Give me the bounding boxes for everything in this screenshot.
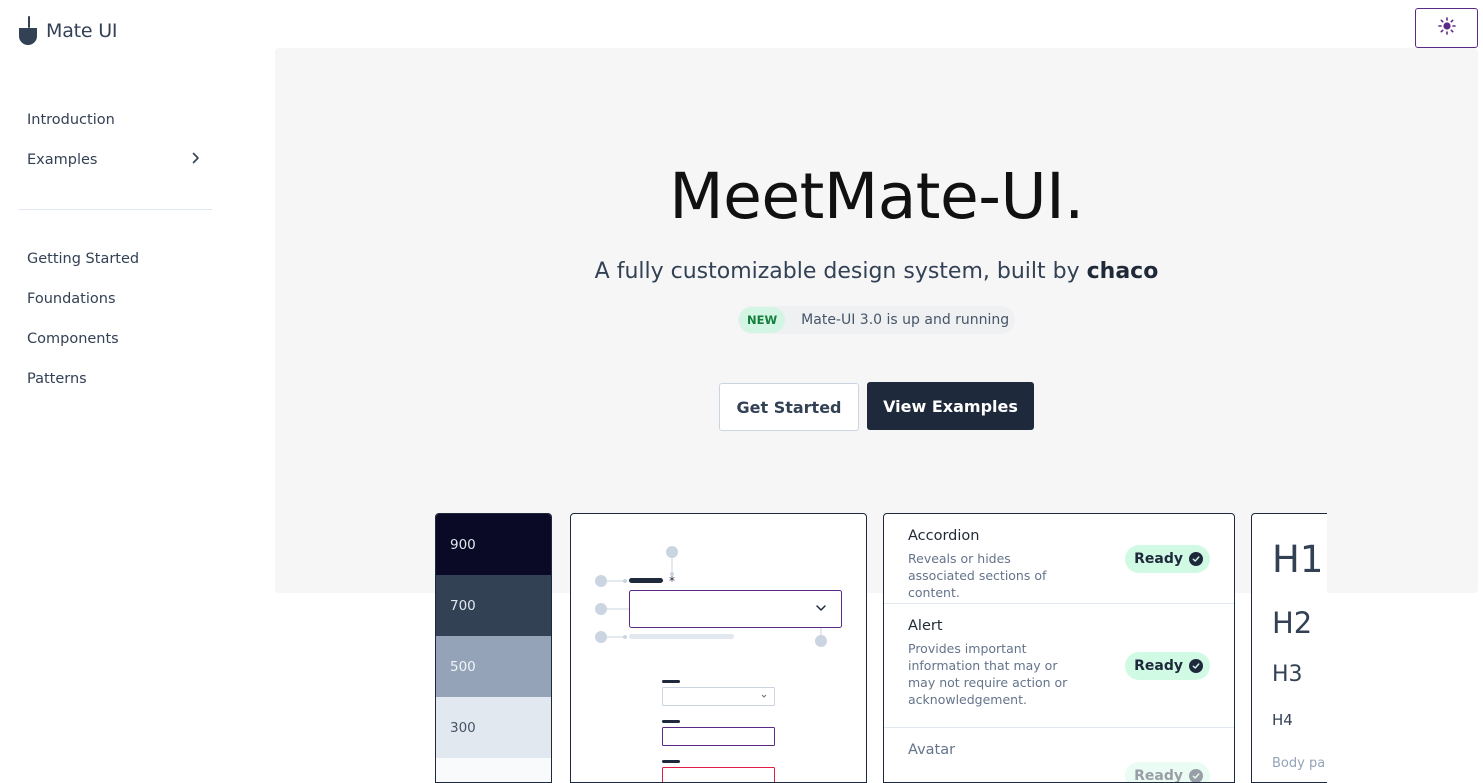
component-info: Avatar [908,742,1078,764]
announcement-pill[interactable]: NEW Mate-UI 3.0 is up and running [738,306,1015,334]
sidebar-item-label: Patterns [27,371,87,387]
component-status-card: Accordion Reveals or hides associated se… [883,513,1235,783]
swatch-700: 700 [436,575,551,636]
sidebar-item-examples[interactable]: Examples [18,140,212,180]
hero-subtitle: A fully customizable design system, buil… [275,259,1478,284]
swatch-label: 700 [450,598,476,614]
sidebar-item-label: Introduction [27,112,115,128]
form-anatomy-diagram: * [571,514,867,783]
type-h3: H3 [1272,662,1303,687]
component-description: Reveals or hides associated sections of … [908,550,1078,601]
type-h1: H1 [1272,538,1323,581]
sidebar-item-label: Examples [27,152,97,168]
sun-icon [1438,17,1456,39]
swatch-300: 300 [436,697,551,758]
svg-text:*: * [669,574,675,588]
swatch-100 [436,758,551,783]
sidebar-divider [19,209,212,210]
component-row-alert[interactable]: Alert Provides important information tha… [884,604,1234,728]
sidebar-item-getting-started[interactable]: Getting Started [18,239,212,279]
sidebar-nav: Introduction Examples Getting Started Fo… [18,100,212,399]
type-h2: H2 [1272,606,1312,640]
status-badge: Ready [1125,652,1210,680]
component-description: Provides important information that may … [908,640,1078,708]
component-name: Alert [908,618,1078,634]
type-body: Body pa [1272,756,1325,771]
color-swatches-card: 900 700 500 300 [435,513,552,783]
component-name: Avatar [908,742,1078,758]
brand-name: Mate UI [46,20,117,42]
status-label: Ready [1134,551,1183,567]
component-name: Accordion [908,528,1078,544]
new-badge: NEW [739,307,785,333]
status-badge: Ready [1125,762,1210,783]
typography-card: H1 H2 H3 H4 Body pa [1251,513,1327,783]
swatch-label: 300 [450,720,476,736]
check-circle-icon [1189,769,1203,783]
type-h4: H4 [1272,711,1293,729]
sidebar-item-label: Getting Started [27,251,139,267]
hero-subtitle-text: A fully customizable design system, buil… [595,259,1087,284]
hero-author: chaco [1087,259,1159,284]
status-label: Ready [1134,658,1183,674]
check-circle-icon [1189,659,1203,673]
sidebar-item-introduction[interactable]: Introduction [18,100,212,140]
component-info: Alert Provides important information tha… [908,618,1078,708]
swatch-label: 900 [450,537,476,553]
status-label: Ready [1134,768,1183,783]
hero-section: MeetMate-UI. A fully customizable design… [275,48,1478,593]
component-row-accordion[interactable]: Accordion Reveals or hides associated se… [884,514,1234,604]
view-examples-button[interactable]: View Examples [867,382,1034,430]
sidebar-item-patterns[interactable]: Patterns [18,359,212,399]
swatch-500: 500 [436,636,551,697]
announcement-text: Mate-UI 3.0 is up and running [801,312,1009,328]
component-row-avatar[interactable]: Avatar Ready [884,728,1234,783]
check-circle-icon [1189,552,1203,566]
status-badge: Ready [1125,545,1210,573]
brand-logo[interactable]: Mate UI [18,16,117,45]
get-started-button[interactable]: Get Started [719,383,859,431]
chevron-right-icon [192,152,200,168]
sidebar-item-label: Foundations [27,291,116,307]
sidebar-item-components[interactable]: Components [18,319,212,359]
theme-toggle-button[interactable] [1415,8,1478,48]
component-info: Accordion Reveals or hides associated se… [908,528,1078,601]
swatch-900: 900 [436,514,551,575]
form-anatomy-card: * [570,513,867,783]
swatch-label: 500 [450,659,476,675]
mate-cup-icon [18,16,38,45]
sidebar-item-foundations[interactable]: Foundations [18,279,212,319]
hero-title: MeetMate-UI. [275,160,1478,233]
sidebar-item-label: Components [27,331,119,347]
